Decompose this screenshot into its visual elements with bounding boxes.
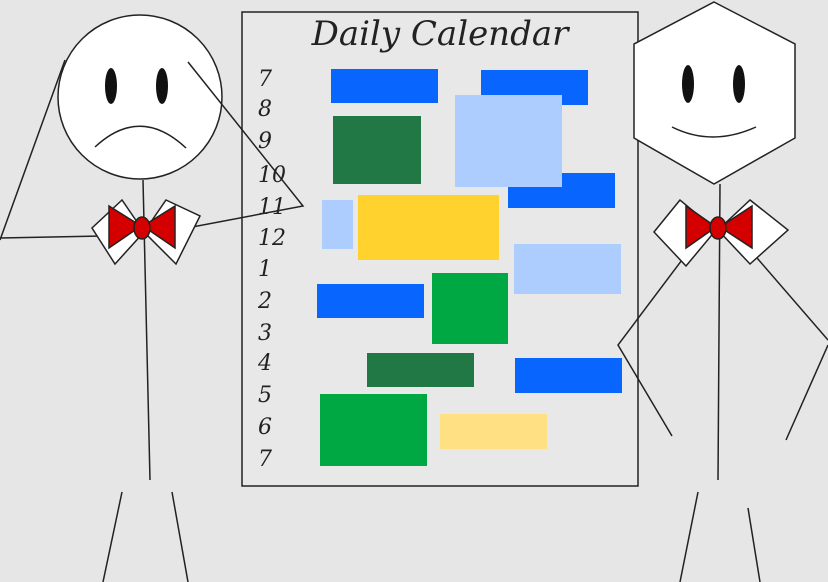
arm xyxy=(785,344,828,441)
event-block xyxy=(358,195,499,260)
event-block xyxy=(514,244,621,294)
hour-label: 8 xyxy=(258,97,272,122)
event-block xyxy=(440,414,547,449)
event-block xyxy=(317,284,424,318)
eye xyxy=(156,68,168,104)
hour-label: 7 xyxy=(258,447,272,472)
happy-stick-figure xyxy=(617,1,828,582)
event-block xyxy=(320,394,427,466)
head xyxy=(633,1,796,185)
hour-label: 9 xyxy=(258,129,272,154)
event-block xyxy=(333,116,421,184)
calendar-board: Daily Calendar 7 8 9 10 11 12 1 2 3 4 5 … xyxy=(241,11,639,487)
event-block xyxy=(515,358,622,393)
hour-label: 1 xyxy=(258,257,272,282)
event-block xyxy=(432,273,508,344)
event-block xyxy=(331,69,438,103)
hour-label: 11 xyxy=(258,195,286,220)
leg xyxy=(102,491,123,582)
event-block xyxy=(455,95,562,187)
eye xyxy=(105,68,117,104)
bowtie-knot xyxy=(133,216,151,240)
eye xyxy=(682,65,694,103)
leg xyxy=(679,491,699,582)
hour-label: 2 xyxy=(257,289,272,314)
board-title: Daily Calendar xyxy=(311,14,571,54)
event-block xyxy=(367,353,474,387)
leg xyxy=(171,491,189,582)
bowtie-knot xyxy=(709,216,727,240)
hour-label: 7 xyxy=(258,67,272,92)
head xyxy=(57,14,223,180)
hour-label: 5 xyxy=(258,383,272,408)
comic-scene: Daily Calendar 7 8 9 10 11 12 1 2 3 4 5 … xyxy=(0,1,828,582)
hour-label: 12 xyxy=(258,226,286,251)
event-block xyxy=(322,200,353,249)
arm-raised xyxy=(0,59,66,241)
leg xyxy=(747,507,761,582)
hour-label: 3 xyxy=(258,321,272,346)
hour-label: 6 xyxy=(258,415,272,440)
hour-label: 4 xyxy=(257,351,272,376)
eye xyxy=(733,65,745,103)
